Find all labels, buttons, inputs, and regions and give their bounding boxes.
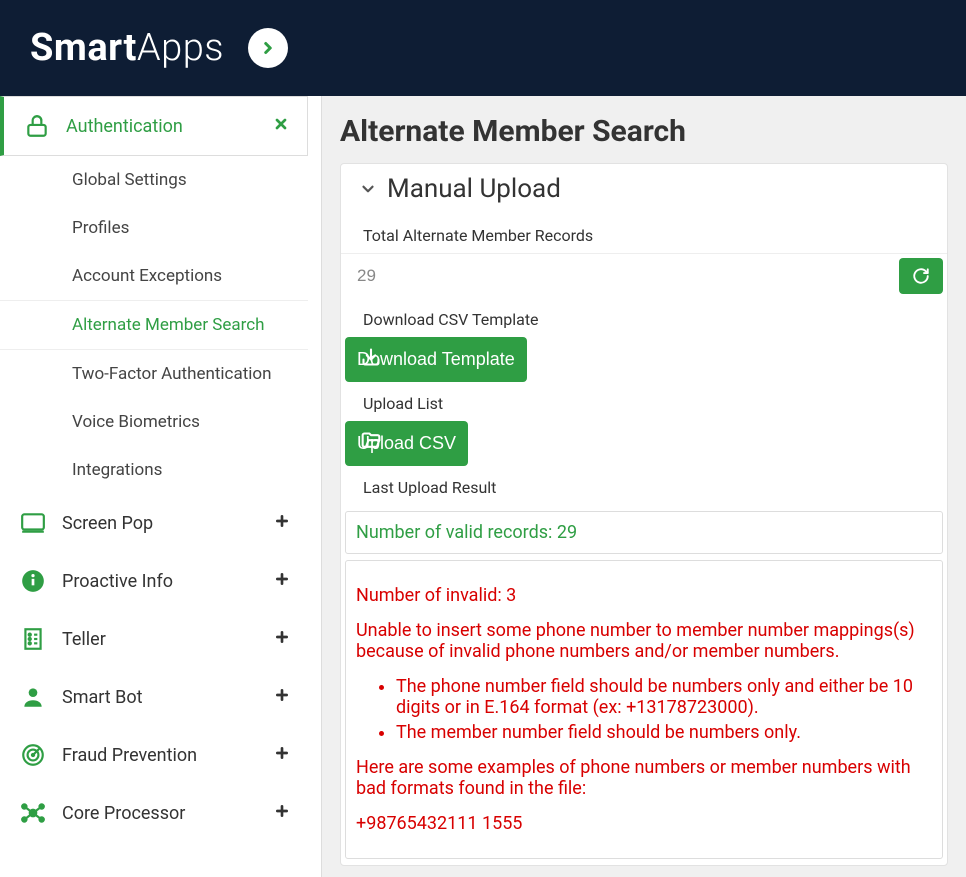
total-records-input[interactable] [341, 254, 899, 298]
download-template-label: Download CSV Template [341, 298, 947, 337]
last-upload-label: Last Upload Result [341, 466, 947, 505]
radar-icon [18, 740, 48, 770]
download-template-button[interactable]: Download Template [345, 337, 527, 382]
collapse-icon[interactable] [273, 116, 289, 137]
main-content: Alternate Member Search Manual Upload To… [322, 96, 966, 877]
expand-icon[interactable] [274, 687, 290, 708]
expand-icon[interactable] [274, 513, 290, 534]
sidebar-subitem-global-settings[interactable]: Global Settings [0, 156, 308, 204]
chevron-down-icon [359, 180, 377, 198]
sidebar-subitem-integrations[interactable]: Integrations [0, 446, 308, 494]
page-title: Alternate Member Search [340, 114, 948, 149]
invalid-reason-item: The phone number field should be numbers… [396, 676, 932, 718]
panel-toggle[interactable]: Manual Upload [341, 164, 947, 214]
panel-title: Manual Upload [387, 174, 561, 204]
sidebar-section-screen-pop[interactable]: Screen Pop [0, 494, 308, 552]
folder-open-icon [361, 431, 381, 456]
sidebar-section-proactive-info[interactable]: Proactive Info [0, 552, 308, 610]
sidebar-subitem-alternate-member-search[interactable]: Alternate Member Search [0, 300, 308, 350]
manual-upload-panel: Manual Upload Total Alternate Member Rec… [340, 163, 948, 866]
sidebar-subitem-voice-biometrics[interactable]: Voice Biometrics [0, 398, 308, 446]
sidebar-subitem-account-exceptions[interactable]: Account Exceptions [0, 252, 308, 300]
expand-icon[interactable] [274, 571, 290, 592]
brand-logo: SmartApps [30, 26, 224, 70]
unlock-icon [22, 111, 52, 141]
refresh-button[interactable] [899, 258, 943, 294]
expand-icon[interactable] [274, 745, 290, 766]
sidebar-section-authentication[interactable]: Authentication [0, 96, 308, 156]
upload-list-label: Upload List [341, 382, 947, 421]
upload-csv-button[interactable]: Upload CSV [345, 421, 468, 466]
app-header: SmartApps [0, 0, 966, 96]
sidebar-section-core-processor[interactable]: Core Processor [0, 784, 308, 842]
invalid-example: +98765432111 1555 [356, 813, 932, 834]
header-toggle-button[interactable] [248, 28, 288, 68]
sidebar[interactable]: Authentication Global SettingsProfilesAc… [0, 96, 322, 877]
invalid-examples-intro: Here are some examples of phone numbers … [356, 757, 932, 799]
user-icon [18, 682, 48, 712]
invalid-reason-item: The member number field should be number… [396, 722, 932, 743]
sidebar-section-smart-bot[interactable]: Smart Bot [0, 668, 308, 726]
sidebar-subitem-two-factor-authentication[interactable]: Two-Factor Authentication [0, 350, 308, 398]
receipt-icon [18, 624, 48, 654]
chevron-right-icon [259, 39, 277, 57]
invalid-records-result: Number of invalid: 3 Unable to insert so… [345, 560, 943, 859]
sidebar-section-fraud-prevention[interactable]: Fraud Prevention [0, 726, 308, 784]
sidebar-section-teller[interactable]: Teller [0, 610, 308, 668]
valid-records-result: Number of valid records: 29 [345, 511, 943, 554]
network-icon [18, 798, 48, 828]
sidebar-section-label: Authentication [66, 116, 183, 137]
invalid-explain: Unable to insert some phone number to me… [356, 620, 932, 662]
monitor-icon [18, 508, 48, 538]
refresh-icon [912, 267, 930, 285]
sidebar-subitem-profiles[interactable]: Profiles [0, 204, 308, 252]
expand-icon[interactable] [274, 803, 290, 824]
download-icon [361, 347, 381, 372]
info-icon [18, 566, 48, 596]
invalid-count: Number of invalid: 3 [356, 585, 932, 606]
expand-icon[interactable] [274, 629, 290, 650]
total-records-label: Total Alternate Member Records [341, 214, 947, 253]
